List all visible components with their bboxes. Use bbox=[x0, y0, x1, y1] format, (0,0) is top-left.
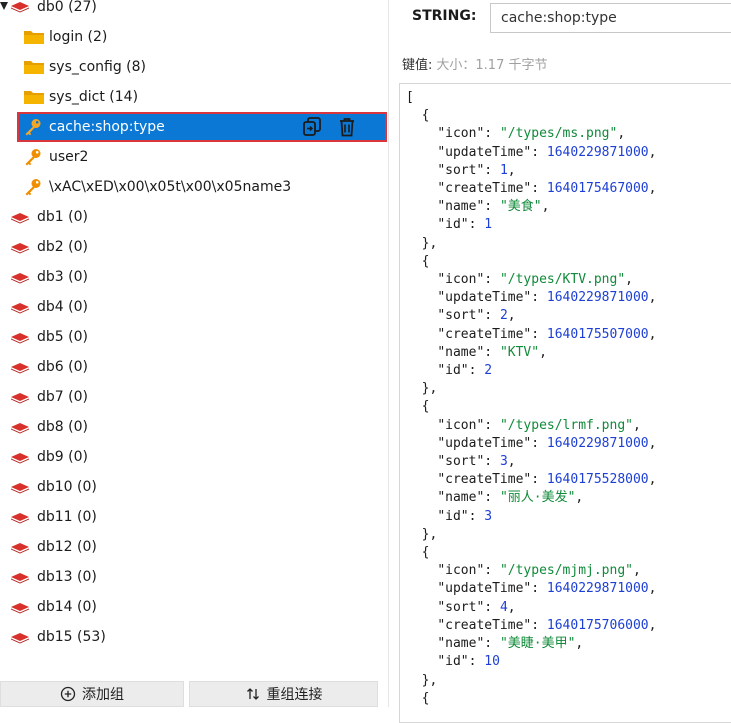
key-detail-panel: STRING: cache:shop:type 键值: 大小：1.17 千字节 [… bbox=[389, 0, 731, 723]
key-label: user2 bbox=[49, 149, 89, 165]
db-row-db8[interactable]: db8 (0) bbox=[0, 412, 388, 442]
redis-db-icon bbox=[10, 572, 30, 584]
expand-caret-icon[interactable] bbox=[0, 2, 8, 10]
db-label: db13 (0) bbox=[37, 569, 97, 585]
db-label: db11 (0) bbox=[37, 509, 97, 525]
db-row-db7[interactable]: db7 (0) bbox=[0, 382, 388, 412]
value-label: 键值: bbox=[402, 58, 433, 73]
redis-db-icon bbox=[10, 512, 30, 524]
redis-db-icon bbox=[10, 602, 30, 614]
folder-label: sys_dict (14) bbox=[49, 89, 139, 105]
folder-row[interactable]: sys_config (8) bbox=[0, 52, 388, 82]
db-label: db15 (53) bbox=[37, 629, 106, 645]
db-row-db14[interactable]: db14 (0) bbox=[0, 592, 388, 622]
db-row-db9[interactable]: db9 (0) bbox=[0, 442, 388, 472]
db-row-db4[interactable]: db4 (0) bbox=[0, 292, 388, 322]
db-row-db6[interactable]: db6 (0) bbox=[0, 352, 388, 382]
key-row[interactable]: \xAC\xED\x00\x05t\x00\x05name3 bbox=[0, 172, 388, 202]
add-group-label: 添加组 bbox=[82, 687, 124, 703]
redis-db-icon bbox=[10, 482, 30, 494]
folder-label: login (2) bbox=[49, 29, 108, 45]
sort-arrows-icon bbox=[245, 686, 261, 702]
redis-db-icon bbox=[10, 452, 30, 464]
db-label: db10 (0) bbox=[37, 479, 97, 495]
db-label: db9 (0) bbox=[37, 449, 88, 465]
redis-db-icon bbox=[10, 332, 30, 344]
redis-db-icon bbox=[10, 542, 30, 554]
key-icon bbox=[23, 177, 43, 197]
value-editor[interactable]: [ { "icon": "/types/ms.png", "updateTime… bbox=[399, 83, 731, 723]
regroup-label: 重组连接 bbox=[266, 687, 323, 703]
db-label: db6 (0) bbox=[37, 359, 88, 375]
db-row-db12[interactable]: db12 (0) bbox=[0, 532, 388, 562]
db-row-db5[interactable]: db5 (0) bbox=[0, 322, 388, 352]
trash-icon[interactable] bbox=[337, 116, 357, 138]
db-row-db0[interactable]: db0 (27) bbox=[0, 0, 388, 22]
redis-db-icon bbox=[10, 392, 30, 404]
redis-db-icon bbox=[10, 1, 30, 13]
db-label: db14 (0) bbox=[37, 599, 97, 615]
db-label: db1 (0) bbox=[37, 209, 88, 225]
db-row-db15[interactable]: db15 (53) bbox=[0, 622, 388, 652]
key-icon bbox=[23, 147, 43, 167]
copy-icon[interactable] bbox=[301, 116, 323, 138]
key-row[interactable]: cache:shop:type bbox=[17, 112, 387, 142]
size-label: 大小：1.17 千字节 bbox=[436, 58, 548, 73]
key-name-field[interactable]: cache:shop:type bbox=[490, 3, 731, 33]
db-label: db0 (27) bbox=[37, 0, 97, 15]
redis-db-icon bbox=[10, 362, 30, 374]
db-row-db11[interactable]: db11 (0) bbox=[0, 502, 388, 532]
db-row-db13[interactable]: db13 (0) bbox=[0, 562, 388, 592]
key-label: cache:shop:type bbox=[49, 119, 165, 135]
db-label: db12 (0) bbox=[37, 539, 97, 555]
db-label: db4 (0) bbox=[37, 299, 88, 315]
connection-tree-panel: db0 (27) login (2) sys_config (8) sys_dict … bbox=[0, 0, 388, 707]
redis-db-icon bbox=[10, 272, 30, 284]
json-value[interactable]: [ { "icon": "/types/ms.png", "updateTime… bbox=[406, 89, 656, 708]
db-label: db8 (0) bbox=[37, 419, 88, 435]
redis-db-icon bbox=[10, 212, 30, 224]
folder-row[interactable]: sys_dict (14) bbox=[0, 82, 388, 112]
add-group-button[interactable]: 添加组 bbox=[0, 681, 184, 707]
folder-icon bbox=[23, 58, 45, 76]
db-label: db5 (0) bbox=[37, 329, 88, 345]
plus-circle-icon bbox=[60, 686, 76, 702]
key-icon bbox=[23, 117, 43, 137]
regroup-connections-button[interactable]: 重组连接 bbox=[189, 681, 378, 707]
folder-row[interactable]: login (2) bbox=[0, 22, 388, 52]
db-row-db2[interactable]: db2 (0) bbox=[0, 232, 388, 262]
key-row[interactable]: user2 bbox=[0, 142, 388, 172]
db-row-db1[interactable]: db1 (0) bbox=[0, 202, 388, 232]
folder-label: sys_config (8) bbox=[49, 59, 146, 75]
key-actions bbox=[301, 116, 357, 138]
db-label: db2 (0) bbox=[37, 239, 88, 255]
db-label: db7 (0) bbox=[37, 389, 88, 405]
redis-db-icon bbox=[10, 242, 30, 254]
redis-db-icon bbox=[10, 422, 30, 434]
key-type-label: STRING: bbox=[412, 8, 477, 24]
redis-db-icon bbox=[10, 632, 30, 644]
value-size-row: 键值: 大小：1.17 千字节 bbox=[402, 54, 547, 73]
folder-icon bbox=[23, 28, 45, 46]
db-label: db3 (0) bbox=[37, 269, 88, 285]
key-label: \xAC\xED\x00\x05t\x00\x05name3 bbox=[49, 179, 292, 195]
folder-icon bbox=[23, 88, 45, 106]
db-row-db10[interactable]: db10 (0) bbox=[0, 472, 388, 502]
redis-db-icon bbox=[10, 302, 30, 314]
db-row-db3[interactable]: db3 (0) bbox=[0, 262, 388, 292]
